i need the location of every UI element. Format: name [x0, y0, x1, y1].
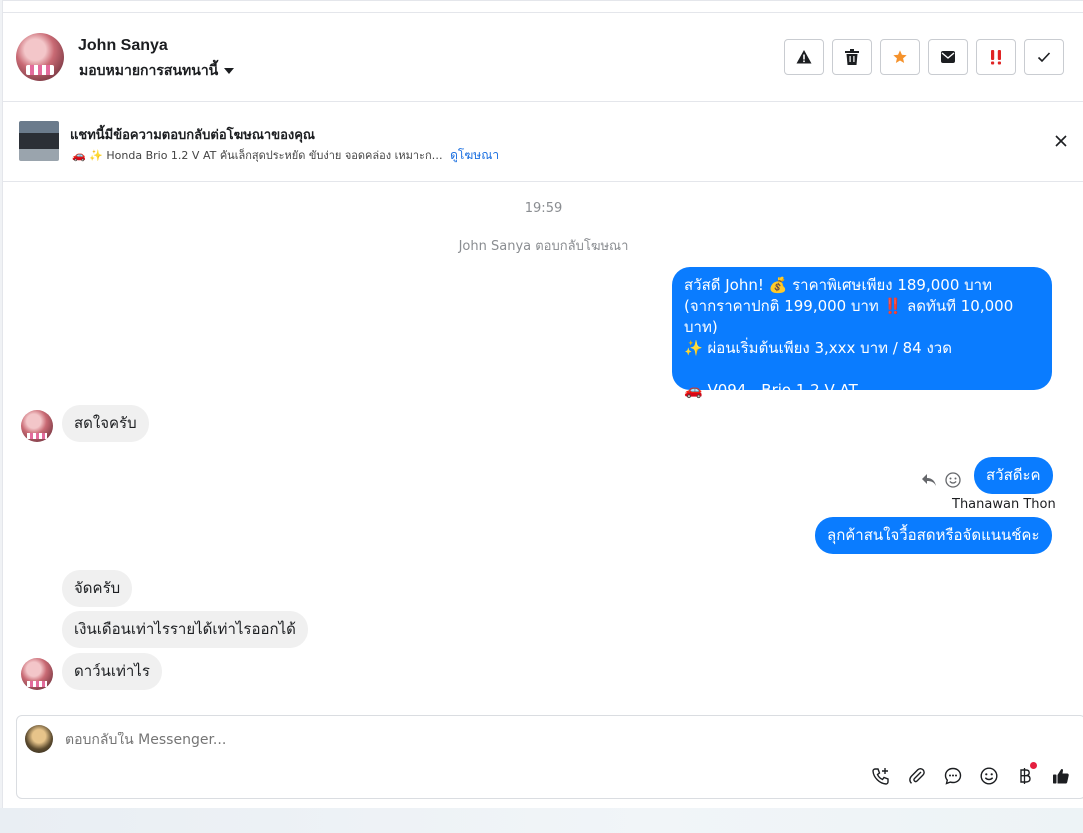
emoji-button[interactable] [977, 764, 1001, 788]
page-background-strip [0, 808, 1083, 833]
follow-up-button[interactable] [976, 39, 1016, 75]
message-bubble-incoming[interactable]: จัดครับ [62, 570, 133, 607]
reply-input[interactable] [65, 732, 765, 748]
check-icon [1037, 52, 1051, 63]
message-timestamp: 19:59 [524, 201, 563, 216]
ad-banner-title: แชทนี้มีข้อความตอบกลับต่อโฆษณาของคุณ [70, 128, 315, 143]
like-button[interactable] [1049, 764, 1073, 788]
reply-icon[interactable] [921, 473, 937, 487]
ad-description: 🚗 ✨ Honda Brio 1.2 V AT คันเล็กสุดประหยั… [72, 149, 443, 162]
my-avatar [25, 725, 53, 753]
message-bubble-outgoing[interactable]: สวัสดีะค [974, 457, 1053, 494]
payment-button[interactable] [1013, 762, 1037, 788]
chat-bubble-icon [944, 767, 962, 785]
ad-description-line: 🚗 ✨ Honda Brio 1.2 V AT คันเล็กสุดประหยั… [72, 146, 499, 165]
message-bubble-incoming[interactable]: ดาว์นเท่าไร [62, 653, 162, 690]
message-bubble-incoming[interactable]: เงินเดือนเท่าไรรายได้เท่าไรออกได้ [62, 611, 308, 648]
sender-name: Thanawan Thon [952, 497, 1056, 512]
saved-reply-button[interactable] [941, 764, 965, 788]
double-exclamation-icon [991, 50, 1001, 65]
phone-plus-icon [872, 768, 889, 785]
message-bubble-incoming[interactable]: สดใจครับ [62, 405, 149, 442]
assign-dropdown[interactable]: มอบหมายการสนทนานี้ [79, 60, 235, 82]
call-add-button[interactable] [869, 764, 893, 788]
mark-unread-button[interactable] [928, 39, 968, 75]
conversation-header: John Sanya มอบหมายการสนทนานี้ [3, 12, 1083, 102]
conversation-panel: John Sanya มอบหมายการสนทนานี้ แชทนี้มีข้… [2, 0, 1083, 808]
caret-down-icon [224, 68, 235, 74]
contact-avatar-small[interactable] [21, 658, 53, 690]
message-actions [921, 472, 961, 488]
star-icon [893, 50, 907, 63]
delete-button[interactable] [832, 39, 872, 75]
close-icon[interactable] [1053, 133, 1069, 149]
ad-reply-notice: John Sanya ตอบกลับโฆษณา [458, 239, 629, 254]
attachment-button[interactable] [905, 764, 929, 788]
contact-avatar[interactable] [16, 33, 64, 81]
react-emoji-icon[interactable] [945, 472, 961, 488]
baht-icon [1020, 768, 1031, 784]
warning-icon [796, 50, 812, 64]
contact-avatar-small[interactable] [21, 410, 53, 442]
thumbs-up-icon [1053, 769, 1069, 784]
composer-toolbar [869, 762, 1073, 788]
paperclip-icon [909, 767, 925, 784]
notification-dot [1030, 762, 1037, 769]
view-ad-link[interactable]: ดูโฆษณา [450, 148, 499, 162]
ad-reply-banner: แชทนี้มีข้อความตอบกลับต่อโฆษณาของคุณ 🚗 ✨… [3, 102, 1083, 182]
contact-name[interactable]: John Sanya [78, 37, 168, 55]
done-button[interactable] [1024, 39, 1064, 75]
ad-thumbnail[interactable] [19, 121, 59, 161]
message-bubble-outgoing[interactable]: สวัสดี John! 💰 ราคาพิเศษเพียง 189,000 บา… [672, 267, 1052, 399]
message-composer [16, 715, 1083, 799]
message-bubble-outgoing[interactable]: ลุกค้าสนใจวื้อสดหรือจัดแนนช์คะ [815, 517, 1052, 554]
trash-icon [845, 49, 859, 65]
smiley-icon [980, 767, 998, 785]
assign-label: มอบหมายการสนทนานี้ [79, 63, 219, 79]
star-button[interactable] [880, 39, 920, 75]
spam-button[interactable] [784, 39, 824, 75]
envelope-icon [941, 51, 955, 63]
